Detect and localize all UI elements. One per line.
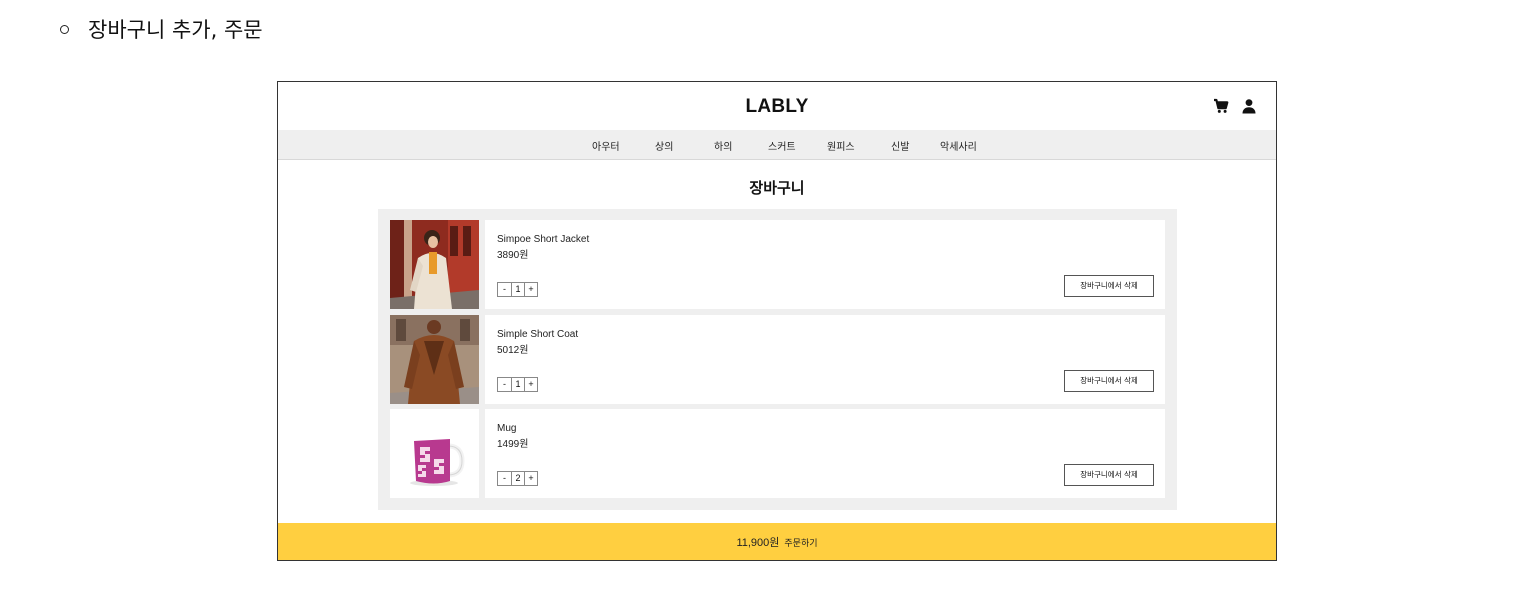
cart-item-card: Mug 1499원 - 2 + 장바구니에서 삭제 xyxy=(485,409,1165,498)
decrease-quantity-button[interactable]: - xyxy=(498,378,511,391)
bullet-icon xyxy=(60,24,69,34)
product-price: 1499원 xyxy=(497,439,529,450)
product-name[interactable]: Simple Short Coat xyxy=(497,329,578,340)
nav-item-bottom[interactable]: 하의 xyxy=(714,138,732,153)
logo[interactable]: LABLY xyxy=(278,96,1276,118)
cart-item: Simple Short Coat 5012원 - 1 + 장바구니에서 삭제 xyxy=(390,315,1165,404)
product-image-mug[interactable] xyxy=(390,409,479,498)
order-label: 주문하기 xyxy=(784,539,818,549)
document-heading-text: 장바구니 추가, 주문 xyxy=(88,18,263,42)
category-nav: 아우터 상의 하의 스커트 원피스 신발 악세사리 xyxy=(278,130,1276,160)
order-button[interactable]: 11,900원 주문하기 xyxy=(278,523,1276,560)
nav-item-shoes[interactable]: 신발 xyxy=(891,138,909,153)
order-total: 11,900원 xyxy=(736,537,780,549)
increase-quantity-button[interactable]: + xyxy=(524,472,537,485)
document-heading: 장바구니 추가, 주문 xyxy=(60,14,263,44)
quantity-stepper: - 1 + xyxy=(497,377,538,392)
cart-item-card: Simple Short Coat 5012원 - 1 + 장바구니에서 삭제 xyxy=(485,315,1165,404)
header: LABLY xyxy=(278,82,1276,130)
app-window: LABLY 아우터 상의 하의 스커트 원피스 신발 악세사리 장바구니 Sim… xyxy=(277,81,1277,561)
increase-quantity-button[interactable]: + xyxy=(524,378,537,391)
product-price: 3890원 xyxy=(497,250,529,261)
increase-quantity-button[interactable]: + xyxy=(524,283,537,296)
nav-item-top[interactable]: 상의 xyxy=(655,138,673,153)
remove-from-cart-button[interactable]: 장바구니에서 삭제 xyxy=(1064,370,1154,392)
remove-from-cart-button[interactable]: 장바구니에서 삭제 xyxy=(1064,275,1154,297)
remove-from-cart-button[interactable]: 장바구니에서 삭제 xyxy=(1064,464,1154,486)
product-name[interactable]: Simpoe Short Jacket xyxy=(497,234,589,245)
product-price: 5012원 xyxy=(497,345,529,356)
page-title: 장바구니 xyxy=(749,179,805,197)
quantity-stepper: - 1 + xyxy=(497,282,538,297)
cart-item: Simpoe Short Jacket 3890원 - 1 + 장바구니에서 삭… xyxy=(390,220,1165,309)
quantity-value: 1 xyxy=(511,283,524,296)
decrease-quantity-button[interactable]: - xyxy=(498,472,511,485)
user-icon[interactable] xyxy=(1241,98,1257,114)
cart-icon[interactable] xyxy=(1213,98,1229,114)
quantity-value: 2 xyxy=(511,472,524,485)
nav-item-outer[interactable]: 아우터 xyxy=(592,138,620,153)
product-name[interactable]: Mug xyxy=(497,423,516,434)
decrease-quantity-button[interactable]: - xyxy=(498,283,511,296)
nav-item-dress[interactable]: 원피스 xyxy=(827,138,855,153)
product-image-jacket[interactable] xyxy=(390,220,479,309)
nav-item-accessories[interactable]: 악세사리 xyxy=(940,138,977,153)
quantity-stepper: - 2 + xyxy=(497,471,538,486)
cart-item: Mug 1499원 - 2 + 장바구니에서 삭제 xyxy=(390,409,1165,498)
cart-panel: Simpoe Short Jacket 3890원 - 1 + 장바구니에서 삭… xyxy=(378,209,1177,510)
header-icons xyxy=(1213,98,1257,114)
product-image-coat[interactable] xyxy=(390,315,479,404)
cart-item-card: Simpoe Short Jacket 3890원 - 1 + 장바구니에서 삭… xyxy=(485,220,1165,309)
quantity-value: 1 xyxy=(511,378,524,391)
nav-item-skirt[interactable]: 스커트 xyxy=(768,138,796,153)
